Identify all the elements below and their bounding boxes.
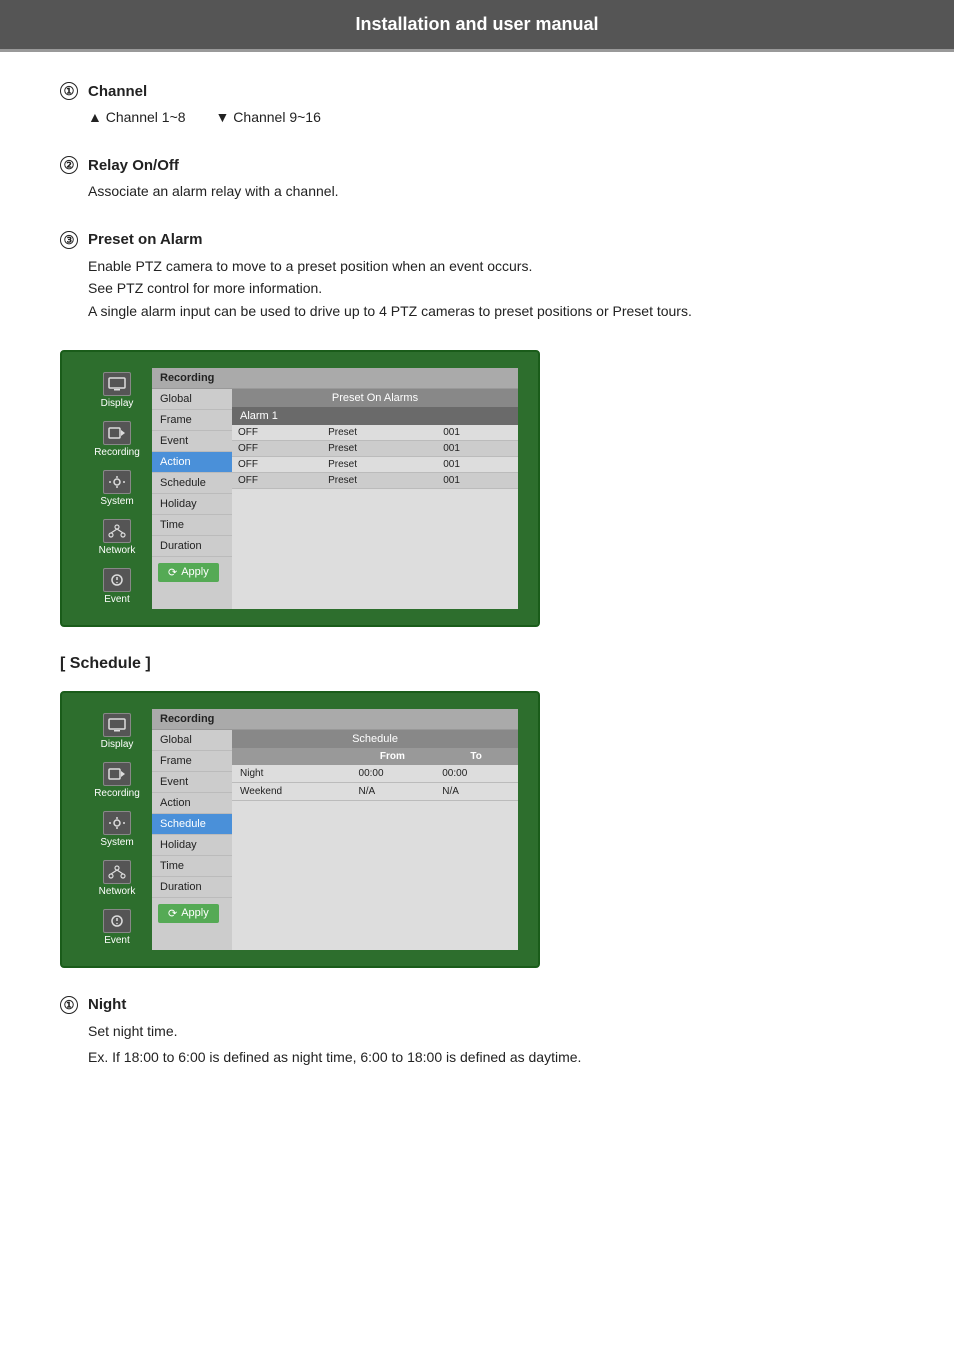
preset-line-3: A single alarm input can be used to driv… <box>88 300 894 322</box>
menu2-item-frame[interactable]: Frame <box>152 751 232 772</box>
menu2-item-global[interactable]: Global <box>152 730 232 751</box>
schedule-heading: [ Schedule ] <box>60 655 894 673</box>
night-line-1: Set night time. <box>88 1020 894 1042</box>
sidebar2-item-event[interactable]: Event <box>87 905 147 950</box>
circle-num-3: ③ <box>60 231 78 249</box>
menu2-item-schedule[interactable]: Schedule <box>152 814 232 835</box>
sidebar2-item-network[interactable]: Network <box>87 856 147 901</box>
system-icon-2 <box>103 811 131 835</box>
menu-item-duration[interactable]: Duration <box>152 536 232 557</box>
table-row: OFF Preset 001 <box>232 472 518 488</box>
dvr-menu-header-1: Recording <box>152 368 518 389</box>
menu-item-holiday[interactable]: Holiday <box>152 494 232 515</box>
event-icon <box>103 568 131 592</box>
page-header: Installation and user manual <box>0 0 954 52</box>
preset-table: OFF Preset 001 OFF Preset 001 OFF <box>232 425 518 489</box>
circle-num-1: ① <box>60 82 78 100</box>
menu2-item-event[interactable]: Event <box>152 772 232 793</box>
night-line-2: Ex. If 18:00 to 6:00 is defined as night… <box>88 1046 894 1068</box>
network-icon-2 <box>103 860 131 884</box>
menu-item-event[interactable]: Event <box>152 431 232 452</box>
apply-icon-1: ⟳ <box>168 566 177 579</box>
section-night-title: ① Night <box>60 996 894 1014</box>
display-icon-2 <box>103 713 131 737</box>
channel-arrow-down: Channel 9~16 <box>216 106 321 128</box>
dvr-content-2: Schedule From To Night 0 <box>232 730 518 950</box>
apply-icon-2: ⟳ <box>168 907 177 920</box>
table-row: OFF Preset 001 <box>232 440 518 456</box>
sidebar-item-network[interactable]: Network <box>87 515 147 560</box>
display-icon <box>103 372 131 396</box>
table-row: Night 00:00 00:00 <box>232 765 518 783</box>
circle-num-night: ① <box>60 996 78 1014</box>
preset-line-2: See PTZ control for more information. <box>88 277 894 299</box>
relay-body: Associate an alarm relay with a channel. <box>88 180 894 202</box>
recording-icon <box>103 421 131 445</box>
dvr-sidebar-2: Display Recording System Network <box>82 709 152 950</box>
table-row: OFF Preset 001 <box>232 425 518 441</box>
night-body: Set night time. Ex. If 18:00 to 6:00 is … <box>88 1020 894 1069</box>
table-row: Weekend N/A N/A <box>232 782 518 800</box>
section-relay-title: ② Relay On/Off <box>60 156 894 174</box>
dvr-panel-schedule: Display Recording System Network <box>60 691 540 968</box>
menu-item-frame[interactable]: Frame <box>152 410 232 431</box>
menu-item-schedule[interactable]: Schedule <box>152 473 232 494</box>
menu-item-action[interactable]: Action <box>152 452 232 473</box>
sidebar-item-system[interactable]: System <box>87 466 147 511</box>
menu2-item-duration[interactable]: Duration <box>152 877 232 898</box>
dvr-content-1: Preset On Alarms Alarm 1 OFF Preset 001 … <box>232 389 518 609</box>
system-icon <box>103 470 131 494</box>
table-row: OFF Preset 001 <box>232 456 518 472</box>
page-title: Installation and user manual <box>355 14 598 34</box>
sidebar2-item-recording[interactable]: Recording <box>87 758 147 803</box>
channel-arrows: Channel 1~8 Channel 9~16 <box>88 106 894 128</box>
circle-num-2: ② <box>60 156 78 174</box>
preset-body: Enable PTZ camera to move to a preset po… <box>88 255 894 322</box>
dvr-menu-header-2: Recording <box>152 709 518 730</box>
menu2-item-time[interactable]: Time <box>152 856 232 877</box>
channel-body: Channel 1~8 Channel 9~16 <box>88 106 894 128</box>
content-header-1: Preset On Alarms <box>232 389 518 407</box>
section-preset-title: ③ Preset on Alarm <box>60 231 894 249</box>
sidebar-item-display[interactable]: Display <box>87 368 147 413</box>
sidebar2-item-system[interactable]: System <box>87 807 147 852</box>
section-night: ① Night Set night time. Ex. If 18:00 to … <box>60 996 894 1069</box>
section-channel-title: ① Channel <box>60 82 894 100</box>
apply-button-2[interactable]: ⟳ Apply <box>158 904 219 923</box>
sidebar-item-recording[interactable]: Recording <box>87 417 147 462</box>
dvr-menu-1: Global Frame Event Action Schedule Holid… <box>152 389 232 609</box>
schedule-table: From To Night 00:00 00:00 Weekend <box>232 748 518 801</box>
section-relay: ② Relay On/Off Associate an alarm relay … <box>60 156 894 202</box>
menu-item-time[interactable]: Time <box>152 515 232 536</box>
section-channel: ① Channel Channel 1~8 Channel 9~16 <box>60 82 894 128</box>
dvr-sidebar-1: Display Recording System Network <box>82 368 152 609</box>
menu-item-global[interactable]: Global <box>152 389 232 410</box>
recording-icon-2 <box>103 762 131 786</box>
dvr-panel-preset: Display Recording System Network <box>60 350 540 627</box>
content-header-2: Schedule <box>232 730 518 748</box>
preset-line-1: Enable PTZ camera to move to a preset po… <box>88 255 894 277</box>
event-icon-2 <box>103 909 131 933</box>
dvr-menu-2: Global Frame Event Action Schedule Holid… <box>152 730 232 950</box>
apply-button-1[interactable]: ⟳ Apply <box>158 563 219 582</box>
alarm-label: Alarm 1 <box>232 407 518 425</box>
menu2-item-action[interactable]: Action <box>152 793 232 814</box>
channel-arrow-up: Channel 1~8 <box>88 106 186 128</box>
network-icon <box>103 519 131 543</box>
sidebar2-item-display[interactable]: Display <box>87 709 147 754</box>
menu2-item-holiday[interactable]: Holiday <box>152 835 232 856</box>
section-preset: ③ Preset on Alarm Enable PTZ camera to m… <box>60 231 894 322</box>
sidebar-item-event[interactable]: Event <box>87 564 147 609</box>
